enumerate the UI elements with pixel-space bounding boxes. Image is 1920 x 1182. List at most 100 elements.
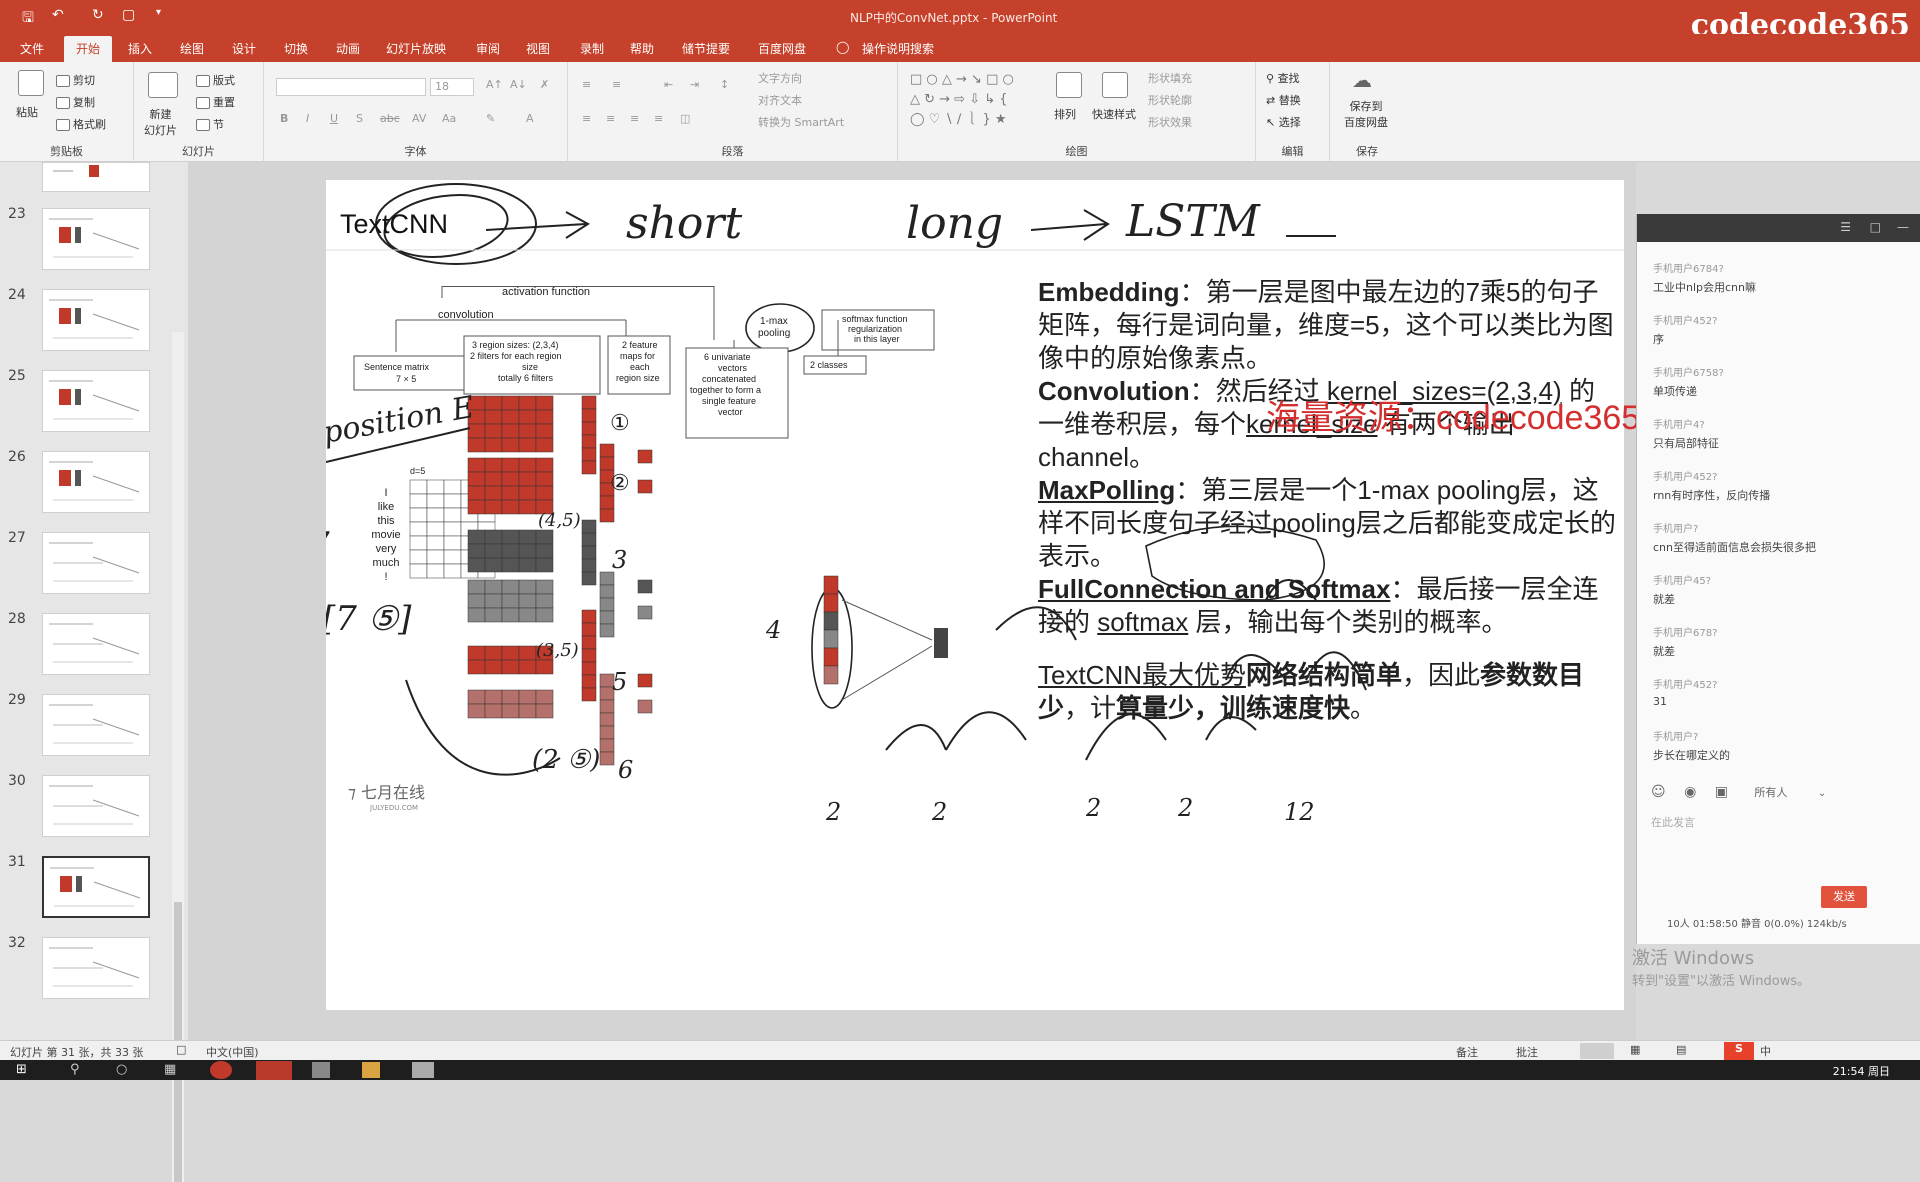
align-text-button[interactable]: 对齐文本 <box>758 92 802 108</box>
replace-button[interactable]: ⇄ 替换 <box>1266 92 1301 108</box>
slide-thumbnail-25[interactable] <box>42 370 150 432</box>
app-icon-1[interactable] <box>210 1061 232 1079</box>
presentation-icon[interactable]: ▢ <box>122 7 135 23</box>
paste-button[interactable]: 粘贴 <box>16 104 38 120</box>
new-slide-icon[interactable] <box>148 72 178 98</box>
align-left-icon[interactable]: ≡ <box>582 112 591 125</box>
slide-thumbnail-30[interactable] <box>42 775 150 837</box>
tab-baidu[interactable]: 百度网盘 <box>758 40 806 57</box>
slide-thumbnail-31[interactable] <box>42 856 150 918</box>
tab-transitions[interactable]: 切换 <box>284 40 308 57</box>
tab-draw[interactable]: 绘图 <box>180 40 204 57</box>
arrange-button[interactable]: 排列 <box>1054 106 1076 122</box>
tab-file[interactable]: 文件 <box>20 40 44 57</box>
tell-me-search[interactable]: 操作说明搜索 <box>862 40 934 57</box>
shapes-gallery[interactable]: □ ○ △ → ↘ □ ○ △ ↻ → ⇨ ⇩ ↳ {◯ ♡ ∖ ∕ ⎱ } ★ <box>910 70 1040 134</box>
normal-view-icon[interactable] <box>1580 1043 1614 1059</box>
reset-button[interactable]: 重置 <box>196 94 235 110</box>
underline-icon[interactable]: U <box>330 112 338 125</box>
reading-view-icon[interactable]: ▤ <box>1676 1043 1686 1056</box>
paste-icon[interactable] <box>18 70 44 96</box>
slide-canvas[interactable]: TextCNN short long LSTM activation funct… <box>326 180 1640 1010</box>
smartart-button[interactable]: 转换为 SmartArt <box>758 114 844 130</box>
slide-thumbnail-28[interactable] <box>42 613 150 675</box>
restore-icon[interactable]: □ <box>1870 220 1881 234</box>
menu-icon[interactable]: ☰ <box>1840 220 1851 234</box>
slide-thumbnail-32[interactable] <box>42 937 150 999</box>
shadow-icon[interactable]: S <box>356 112 363 125</box>
grow-font-icon[interactable]: A↑ <box>486 78 503 91</box>
new-slide-button[interactable]: 新建 幻灯片 <box>144 106 177 138</box>
clock[interactable]: 21:54 周日 <box>1833 1063 1890 1079</box>
recipient-select[interactable]: 所有人 <box>1754 786 1787 799</box>
bold-icon[interactable]: B <box>280 112 288 125</box>
select-button[interactable]: ↖ 选择 <box>1266 114 1301 130</box>
chat-input[interactable]: 在此发言 <box>1651 814 1901 874</box>
spacing-icon[interactable]: AV <box>412 112 426 125</box>
columns-icon[interactable]: ◫ <box>680 112 690 125</box>
tab-design[interactable]: 设计 <box>232 40 256 57</box>
tab-slideshow[interactable]: 幻灯片放映 <box>386 40 446 57</box>
windows-start-icon[interactable]: ⊞ <box>16 1062 27 1077</box>
outdent-icon[interactable]: ⇥ <box>690 78 699 91</box>
justify-icon[interactable]: ≡ <box>654 112 663 125</box>
tab-record[interactable]: 录制 <box>580 40 604 57</box>
slide-thumbnail-22[interactable] <box>42 162 150 192</box>
tab-home[interactable]: 开始 <box>64 36 113 62</box>
text-direction-button[interactable]: 文字方向 <box>758 70 802 86</box>
shrink-font-icon[interactable]: A↓ <box>510 78 527 91</box>
ime-mode[interactable]: 中 <box>1760 1043 1771 1059</box>
chevron-down-icon[interactable]: ⌄ <box>1818 788 1826 799</box>
italic-icon[interactable]: I <box>306 112 309 125</box>
send-button[interactable]: 发送 <box>1821 886 1867 908</box>
font-color-icon[interactable]: A <box>526 112 534 125</box>
numbering-icon[interactable]: ≡ <box>612 78 621 91</box>
shape-fill-button[interactable]: 形状填充 <box>1148 70 1192 86</box>
font-family-select[interactable] <box>276 78 426 96</box>
slide-thumbnail-27[interactable] <box>42 532 150 594</box>
slide-thumbnail-23[interactable] <box>42 208 150 270</box>
app-icon-5[interactable] <box>412 1062 434 1078</box>
copy-button[interactable]: 复制 <box>56 94 95 110</box>
bubble-icon[interactable]: ◉ <box>1684 784 1696 800</box>
search-icon[interactable]: ⚲ <box>70 1062 80 1077</box>
indent-icon[interactable]: ⇤ <box>664 78 673 91</box>
align-right-icon[interactable]: ≡ <box>630 112 639 125</box>
highlight-icon[interactable]: ✎ <box>486 112 495 125</box>
task-view-icon[interactable]: ▦ <box>164 1062 176 1077</box>
language-indicator[interactable]: 中文(中国) <box>206 1044 259 1060</box>
strikethrough-icon[interactable]: abc <box>380 112 400 125</box>
layout-button[interactable]: 版式 <box>196 72 235 88</box>
customize-qa-icon[interactable]: ▾ <box>156 7 161 18</box>
tab-help[interactable]: 帮助 <box>630 40 654 57</box>
shape-effects-button[interactable]: 形状效果 <box>1148 114 1192 130</box>
folder-icon[interactable] <box>362 1062 380 1078</box>
tab-outline[interactable]: 储节提要 <box>682 40 730 57</box>
sogou-ime-icon[interactable]: S <box>1724 1042 1754 1060</box>
notes-button[interactable]: 备注 <box>1456 1044 1478 1060</box>
format-painter-button[interactable]: 格式刷 <box>56 116 106 132</box>
undo-icon[interactable]: ↶ <box>52 7 64 23</box>
comments-button[interactable]: 批注 <box>1516 1044 1538 1060</box>
section-button[interactable]: 节 <box>196 116 224 132</box>
powerpoint-taskbar-icon[interactable] <box>256 1061 292 1080</box>
bullets-icon[interactable]: ≡ <box>582 78 591 91</box>
minimize-icon[interactable]: — <box>1897 220 1909 234</box>
line-spacing-icon[interactable]: ↕ <box>720 78 729 91</box>
save-to-baidu-button[interactable]: 保存到 百度网盘 <box>1344 98 1388 130</box>
slide-thumbnail-24[interactable] <box>42 289 150 351</box>
find-button[interactable]: ⚲ 查找 <box>1266 70 1300 86</box>
tab-insert[interactable]: 插入 <box>128 40 152 57</box>
image-icon[interactable]: ▣ <box>1715 784 1728 800</box>
cloud-icon[interactable]: ☁ <box>1352 68 1380 92</box>
case-icon[interactable]: Aa <box>442 112 456 125</box>
tab-animations[interactable]: 动画 <box>336 40 360 57</box>
slide-thumbnail-29[interactable] <box>42 694 150 756</box>
quick-styles-button[interactable]: 快速样式 <box>1092 106 1136 122</box>
font-size-select[interactable]: 18 <box>430 78 474 96</box>
save-icon[interactable]: 🖫 <box>22 7 34 31</box>
slide-sorter-icon[interactable]: ▦ <box>1630 1043 1640 1056</box>
shape-outline-button[interactable]: 形状轮廓 <box>1148 92 1192 108</box>
cortana-icon[interactable]: ○ <box>116 1062 127 1077</box>
spellcheck-icon[interactable]: □ <box>176 1043 186 1056</box>
